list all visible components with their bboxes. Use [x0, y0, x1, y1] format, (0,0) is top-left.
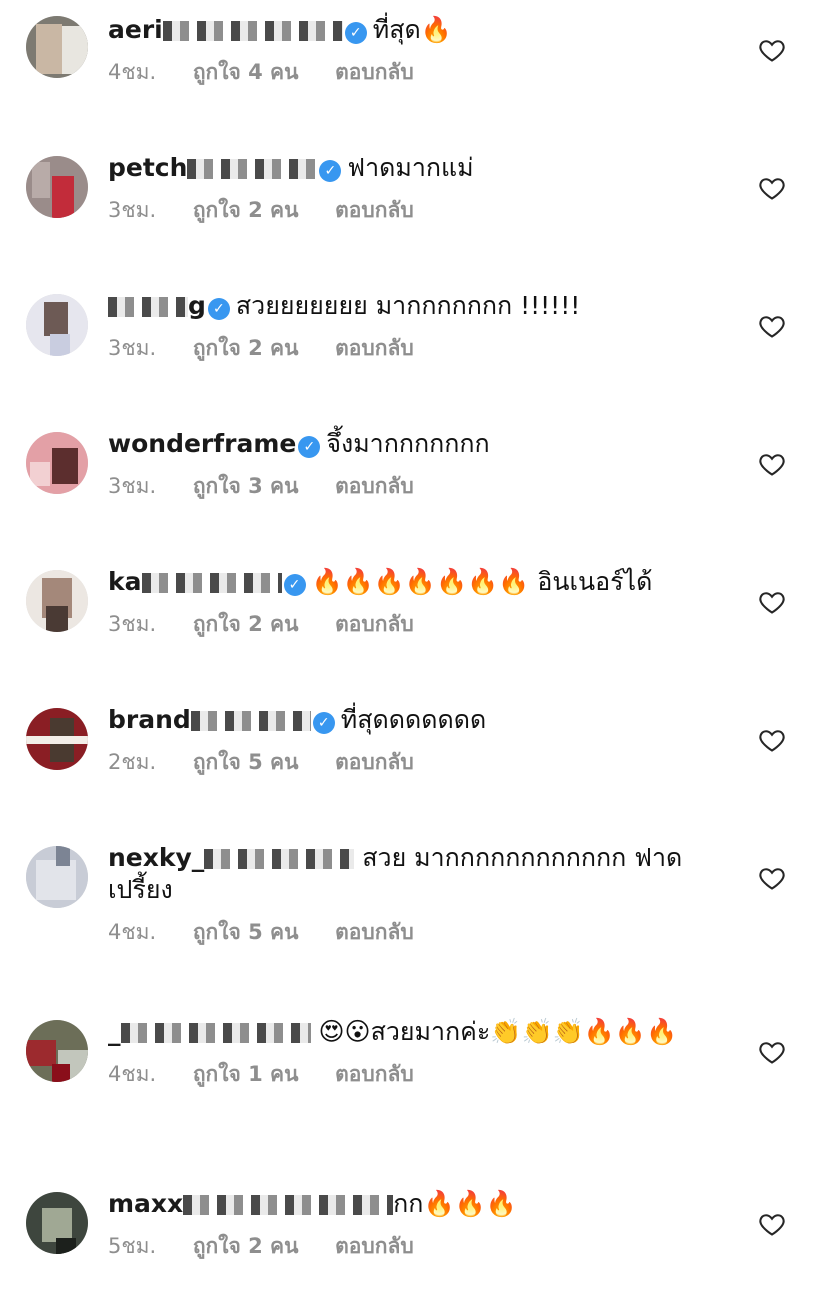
comment-body: ที่สุด🔥 [372, 15, 452, 44]
comment-body: 🔥🔥🔥🔥🔥🔥🔥 อินเนอร์ได้ [311, 567, 653, 596]
comment-text: aeri ✓ ที่สุด🔥 [108, 14, 708, 46]
avatar[interactable] [26, 294, 88, 356]
avatar[interactable] [26, 708, 88, 770]
avatar[interactable] [26, 156, 88, 218]
comment-meta: 2ชม. ถูกใจ 5 คน ตอบกลับ [108, 746, 708, 779]
timestamp: 3ชม. [108, 612, 157, 636]
avatar[interactable] [26, 1192, 88, 1254]
timestamp: 3ชม. [108, 474, 157, 498]
heart-outline-icon[interactable] [758, 312, 786, 340]
avatar[interactable] [26, 570, 88, 632]
comment-body: ที่สุดดดดดดด [340, 705, 487, 734]
heart-outline-icon[interactable] [758, 36, 786, 64]
comment-text: _ 😍😮สวยมากค่ะ👏👏👏🔥🔥🔥 [108, 1016, 708, 1048]
heart-outline-icon[interactable] [758, 1038, 786, 1066]
timestamp: 2ชม. [108, 750, 157, 774]
comment-text: maxx กก🔥🔥🔥 [108, 1188, 708, 1220]
heart-outline-icon[interactable] [758, 1210, 786, 1238]
comment-meta: 4ชม. ถูกใจ 4 คน ตอบกลับ [108, 56, 708, 89]
likes-count[interactable]: ถูกใจ 4 คน [193, 56, 299, 89]
reply-button[interactable]: ตอบกลับ [335, 608, 414, 641]
comment-text: brand ✓ ที่สุดดดดดดด [108, 704, 708, 736]
comment-meta: 3ชม. ถูกใจ 2 คน ตอบกลับ [108, 194, 708, 227]
comment-meta: 5ชม. ถูกใจ 2 คน ตอบกลับ [108, 1230, 708, 1263]
username[interactable]: _ [108, 1017, 311, 1046]
likes-count[interactable]: ถูกใจ 1 คน [193, 1058, 299, 1091]
reply-button[interactable]: ตอบกลับ [335, 470, 414, 503]
comment-body: สวยยยยยยย มากกกกกกก !!!!!! [235, 291, 581, 320]
timestamp: 3ชม. [108, 336, 157, 360]
timestamp: 4ชม. [108, 60, 157, 84]
comment-body: 😍😮สวยมากค่ะ👏👏👏🔥🔥🔥 [318, 1017, 678, 1046]
comment-meta: 4ชม. ถูกใจ 1 คน ตอบกลับ [108, 1058, 708, 1091]
avatar[interactable] [26, 432, 88, 494]
timestamp: 4ชม. [108, 1062, 157, 1086]
comment-text: nexky_ สวย มากกกกกกกกกกกก ฟาดเปรี้ยง [108, 842, 708, 906]
reply-button[interactable]: ตอบกลับ [335, 56, 414, 89]
comment-meta: 4ชม. ถูกใจ 5 คน ตอบกลับ [108, 916, 708, 949]
verified-badge-icon: ✓ [207, 298, 230, 320]
username[interactable]: brand [108, 705, 311, 734]
comment-text: ka ✓ 🔥🔥🔥🔥🔥🔥🔥 อินเนอร์ได้ [108, 566, 708, 598]
reply-button[interactable]: ตอบกลับ [335, 1230, 414, 1263]
verified-badge-icon: ✓ [312, 712, 335, 734]
username[interactable]: g [108, 291, 206, 320]
comment-text: g ✓ สวยยยยยยย มากกกกกกก !!!!!! [108, 290, 708, 322]
comment-text: wonderframe ✓ จึ้งมากกกกกกก [108, 428, 708, 460]
verified-badge-icon: ✓ [344, 22, 367, 44]
heart-outline-icon[interactable] [758, 450, 786, 478]
reply-button[interactable]: ตอบกลับ [335, 746, 414, 779]
heart-outline-icon[interactable] [758, 864, 786, 892]
verified-badge-icon: ✓ [283, 574, 306, 596]
reply-button[interactable]: ตอบกลับ [335, 1058, 414, 1091]
avatar[interactable] [26, 16, 88, 78]
likes-count[interactable]: ถูกใจ 3 คน [193, 470, 299, 503]
likes-count[interactable]: ถูกใจ 2 คน [193, 1230, 299, 1263]
username[interactable]: aeri [108, 15, 343, 44]
likes-count[interactable]: ถูกใจ 2 คน [193, 194, 299, 227]
comment-meta: 3ชม. ถูกใจ 2 คน ตอบกลับ [108, 332, 708, 365]
avatar[interactable] [26, 1020, 88, 1082]
likes-count[interactable]: ถูกใจ 2 คน [193, 332, 299, 365]
heart-outline-icon[interactable] [758, 726, 786, 754]
comment-body: กก🔥🔥🔥 [393, 1189, 517, 1218]
username[interactable]: maxx [108, 1189, 394, 1218]
heart-outline-icon[interactable] [758, 588, 786, 616]
likes-count[interactable]: ถูกใจ 5 คน [193, 746, 299, 779]
comment-meta: 3ชม. ถูกใจ 3 คน ตอบกลับ [108, 470, 708, 503]
username[interactable]: nexky_ [108, 843, 355, 872]
verified-badge-icon: ✓ [319, 160, 342, 182]
reply-button[interactable]: ตอบกลับ [335, 916, 414, 949]
timestamp: 5ชม. [108, 1234, 157, 1258]
timestamp: 4ชม. [108, 920, 157, 944]
username[interactable]: ka [108, 567, 282, 596]
verified-badge-icon: ✓ [298, 436, 321, 458]
likes-count[interactable]: ถูกใจ 5 คน [193, 916, 299, 949]
username[interactable]: wonderframe [108, 429, 296, 458]
likes-count[interactable]: ถูกใจ 2 คน [193, 608, 299, 641]
comment-text: petch ✓ ฟาดมากแม่ [108, 152, 708, 184]
comment-meta: 3ชม. ถูกใจ 2 คน ตอบกลับ [108, 608, 708, 641]
avatar[interactable] [26, 846, 88, 908]
heart-outline-icon[interactable] [758, 174, 786, 202]
timestamp: 3ชม. [108, 198, 157, 222]
comment-body: จึ้งมากกกกกกก [326, 429, 490, 458]
reply-button[interactable]: ตอบกลับ [335, 194, 414, 227]
comment-body: ฟาดมากแม่ [347, 153, 474, 182]
username[interactable]: petch [108, 153, 318, 182]
reply-button[interactable]: ตอบกลับ [335, 332, 414, 365]
